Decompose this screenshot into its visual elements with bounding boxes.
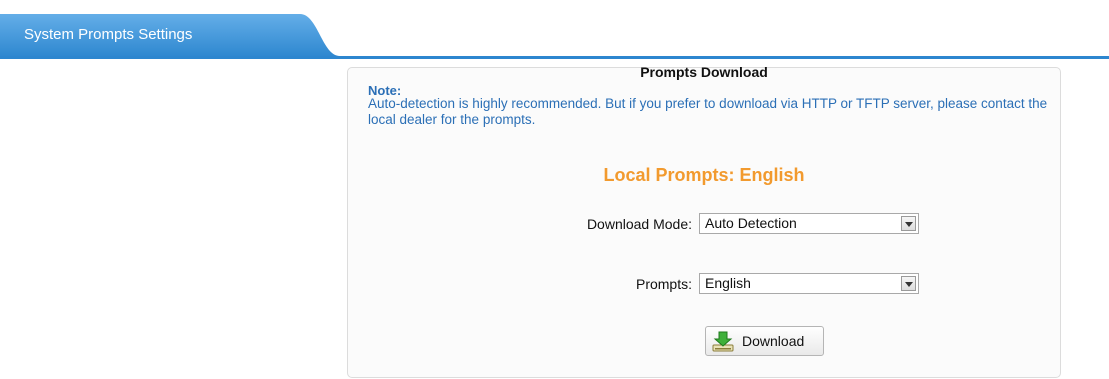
chevron-down-icon[interactable]	[901, 216, 916, 231]
tab-curve-decoration	[300, 14, 340, 56]
prompts-label: Prompts:	[635, 276, 692, 292]
download-mode-label: Download Mode:	[586, 216, 692, 232]
download-button[interactable]: Download	[705, 326, 824, 356]
tab-system-prompts-settings[interactable]: System Prompts Settings	[0, 14, 300, 56]
download-button-label: Download	[742, 333, 805, 349]
tab-bar: System Prompts Settings	[0, 10, 1109, 59]
panel-title: Prompts Download	[640, 64, 768, 80]
tab-label: System Prompts Settings	[24, 26, 193, 43]
download-mode-value: Auto Detection	[705, 215, 797, 231]
download-mode-select[interactable]: Auto Detection	[699, 213, 919, 234]
prompts-select[interactable]: English	[699, 273, 919, 294]
note-text: Auto-detection is highly recommended. Bu…	[368, 96, 1048, 127]
chevron-down-icon[interactable]	[901, 276, 916, 291]
local-prompts-status: Local Prompts: English	[603, 165, 805, 185]
prompts-value: English	[705, 275, 751, 291]
download-arrow-icon	[712, 331, 734, 352]
